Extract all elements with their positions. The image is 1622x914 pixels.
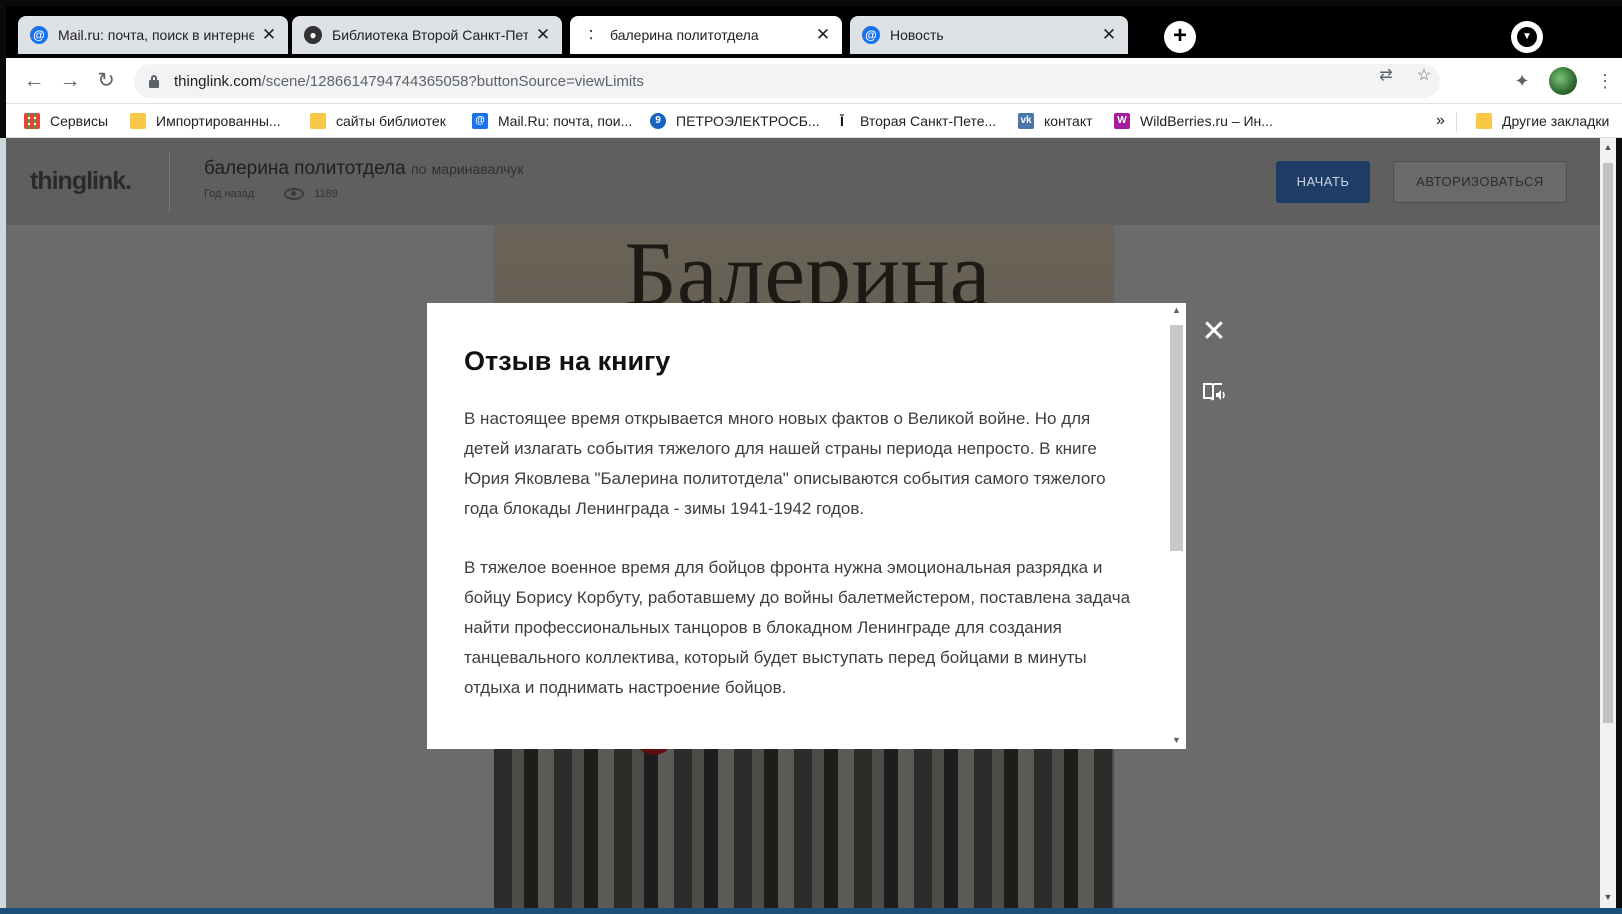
modal-paragraph: В тяжелое военное время для бойцов фронт…	[464, 558, 1131, 697]
back-arrow-icon[interactable]: ←	[20, 67, 48, 95]
close-icon[interactable]: ✕	[1200, 317, 1228, 347]
tab-search-button[interactable]: ▼	[1511, 21, 1543, 53]
tab-ballerina[interactable]: ⁚ балерина политотдела ✕	[570, 16, 842, 54]
chevron-down-icon: ▼	[1517, 27, 1537, 47]
star-icon[interactable]: ☆	[1414, 66, 1434, 86]
folder-icon	[130, 113, 146, 129]
bookmark-label: Сервисы	[50, 113, 109, 129]
bookmark-label: Вторая Санкт-Пете...	[860, 113, 997, 129]
extensions-icon[interactable]: ✦	[1509, 68, 1535, 94]
folder-icon	[1476, 113, 1492, 129]
new-tab-button[interactable]: +	[1164, 21, 1196, 53]
start-button[interactable]: НАЧАТЬ	[1276, 161, 1370, 203]
login-button[interactable]: АВТОРИЗОВАТЬСЯ	[1393, 161, 1567, 203]
scroll-up-arrow-icon[interactable]: ▲	[1167, 305, 1186, 315]
scene-title-text: балерина политотдела	[204, 158, 406, 179]
mail-at-icon: @	[472, 113, 488, 129]
bookmark-petroelektrosbyt[interactable]: 9 ПЕТРОЭЛЕКТРОСБ...	[650, 110, 820, 132]
bookmark-vk[interactable]: vk контакт	[1018, 110, 1093, 132]
bookmark-services[interactable]: Сервисы	[24, 110, 108, 132]
library-icon: Ī	[834, 113, 850, 129]
forward-arrow-icon[interactable]: →	[56, 67, 84, 95]
scene-meta: Год назад 1189	[204, 188, 338, 200]
header-divider	[169, 152, 170, 212]
reload-icon[interactable]: ↻	[92, 67, 120, 95]
close-icon[interactable]: ✕	[814, 25, 832, 45]
wildberries-icon: W	[1114, 113, 1130, 129]
immersive-reader-icon[interactable]	[1200, 380, 1228, 408]
library-icon: ●	[304, 26, 322, 44]
cover-collage	[494, 735, 1114, 908]
tab-title: Mail.ru: почта, поиск в интернет	[58, 27, 254, 43]
avatar[interactable]	[1549, 67, 1577, 95]
modal-scrollbar-thumb[interactable]	[1170, 325, 1183, 551]
modal-scrollbar[interactable]: ▲ ▼	[1167, 303, 1186, 749]
by-prefix: по	[411, 161, 427, 177]
bookmark-library-sites[interactable]: сайты библиотек	[310, 110, 446, 132]
bookmarks-bar: Сервисы Импортированны... сайты библиоте…	[6, 104, 1622, 138]
scroll-down-arrow-icon[interactable]: ▼	[1600, 892, 1616, 902]
tab-mail[interactable]: @ Mail.ru: почта, поиск в интернет ✕	[18, 16, 288, 54]
folder-icon	[310, 113, 326, 129]
scrollbar-thumb[interactable]	[1603, 163, 1613, 723]
vk-icon: vk	[1018, 113, 1034, 129]
bookmark-imported[interactable]: Импортированны...	[130, 110, 281, 132]
close-icon[interactable]: ✕	[534, 25, 552, 45]
bookmark-second-spb[interactable]: Ī Вторая Санкт-Пете...	[834, 110, 996, 132]
modal-title: Отзыв на книгу	[464, 346, 671, 376]
scene-age: Год назад	[204, 188, 255, 200]
bookmark-label: WildBerries.ru – Ин...	[1140, 113, 1273, 129]
review-modal: Отзыв на книгу В настоящее время открыва…	[427, 303, 1186, 749]
eye-icon	[284, 188, 305, 200]
os-taskbar	[0, 908, 1622, 914]
bookmark-label: Другие закладки	[1502, 113, 1610, 129]
translate-icon[interactable]: ⇄	[1376, 66, 1396, 86]
bookmarks-separator	[1456, 112, 1457, 132]
bookmark-wildberries[interactable]: W WildBerries.ru – Ин...	[1114, 110, 1273, 132]
immersive-reader-svg	[1203, 383, 1225, 401]
thinglink-logo[interactable]: thinglink.	[30, 167, 132, 196]
tab-title: балерина политотдела	[610, 27, 759, 43]
mail-at-icon: @	[862, 26, 880, 44]
petroelektrosbyt-icon: 9	[650, 113, 666, 129]
scroll-up-arrow-icon[interactable]: ▲	[1600, 142, 1616, 152]
bookmarks-more-button[interactable]: »	[1436, 110, 1445, 132]
author-link[interactable]: маринавалчук	[432, 161, 524, 177]
close-icon[interactable]: ✕	[260, 25, 278, 45]
bookmark-label: ПЕТРОЭЛЕКТРОСБ...	[676, 113, 820, 129]
modal-content: Отзыв на книгу В настоящее время открыва…	[464, 346, 1134, 732]
scene-title: балерина политотдела по маринавалчук	[204, 158, 524, 180]
bookmark-other[interactable]: Другие закладки	[1476, 110, 1609, 132]
close-icon[interactable]: ✕	[1100, 25, 1118, 45]
tab-title: Библиотека Второй Санкт-Петер	[332, 27, 528, 43]
tab-library[interactable]: ● Библиотека Второй Санкт-Петер ✕	[292, 16, 562, 54]
tab-news[interactable]: @ Новость ✕	[850, 16, 1128, 54]
bookmark-label: Mail.Ru: почта, пои...	[498, 113, 633, 129]
page-scrollbar[interactable]: ▲ ▼	[1600, 138, 1616, 908]
mail-at-icon: @	[30, 26, 48, 44]
url-path: /scene/1286614794744365058?buttonSource=…	[261, 72, 644, 90]
thinglink-header: thinglink. балерина политотдела по марин…	[6, 138, 1606, 225]
tab-strip: @ Mail.ru: почта, поиск в интернет ✕ ● Б…	[6, 6, 1622, 58]
view-count: 1189	[314, 188, 338, 200]
bookmark-label: сайты библиотек	[336, 113, 446, 129]
bookmark-label: Импортированны...	[156, 113, 281, 129]
menu-kebab-icon[interactable]: ⋮	[1592, 68, 1618, 94]
modal-paragraph: В настоящее время открывается много новы…	[464, 409, 1106, 518]
url-host: thinglink.com	[174, 72, 262, 90]
thinglink-icon: ⁚	[589, 28, 593, 42]
lock-icon	[148, 74, 160, 88]
apps-icon	[24, 113, 40, 129]
browser-toolbar: ← → ↻ thinglink.com/scene/12866147947443…	[6, 58, 1622, 104]
bookmark-label: контакт	[1044, 113, 1093, 129]
address-bar[interactable]: thinglink.com/scene/1286614794744365058?…	[134, 64, 1440, 98]
bookmark-mailru[interactable]: @ Mail.Ru: почта, пои...	[472, 110, 632, 132]
scroll-down-arrow-icon[interactable]: ▼	[1167, 735, 1186, 745]
tab-title: Новость	[890, 27, 944, 43]
